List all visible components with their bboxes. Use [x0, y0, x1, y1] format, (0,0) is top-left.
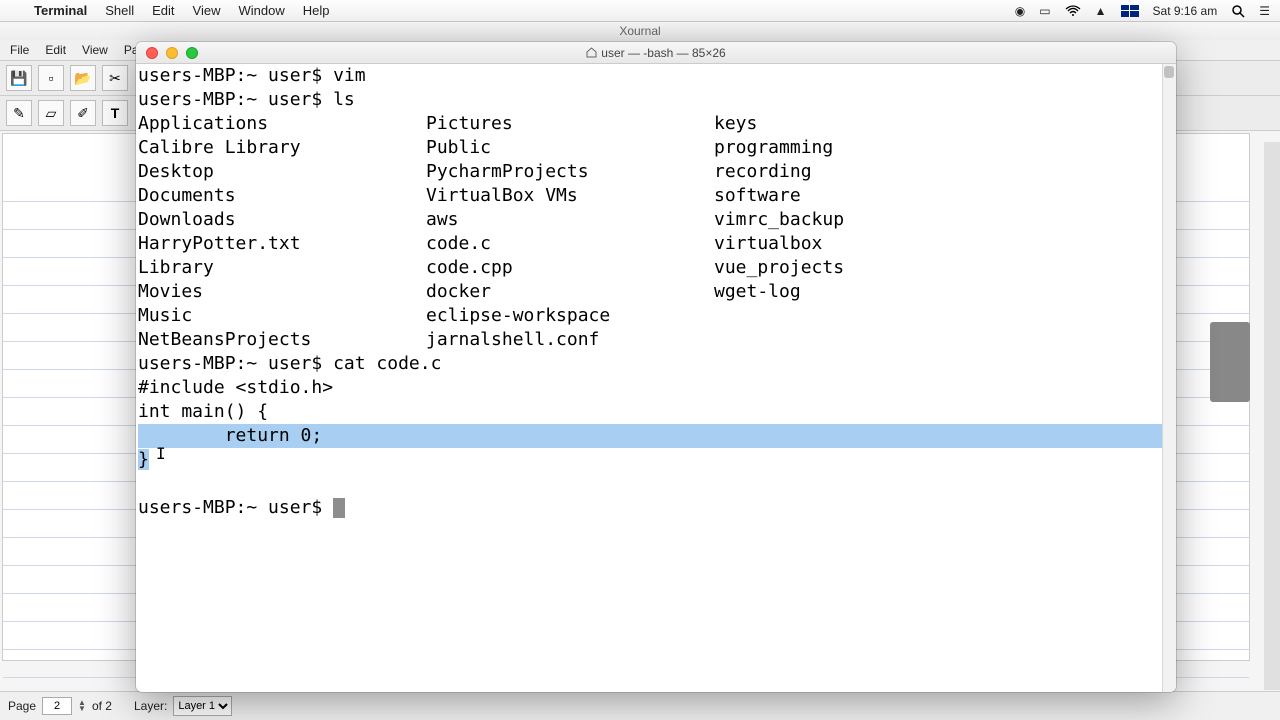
- terminal-line: int main() {: [138, 400, 1174, 424]
- terminal-line: #include <stdio.h>: [138, 376, 1174, 400]
- terminal-body[interactable]: users-MBP:~ user$ vimusers-MBP:~ user$ l…: [136, 64, 1176, 692]
- home-icon: [586, 47, 597, 58]
- terminal-line: [138, 472, 1174, 496]
- xournal-menu-view[interactable]: View: [82, 43, 108, 57]
- battery-icon[interactable]: ▭: [1039, 4, 1050, 18]
- layer-label: Layer:: [134, 699, 167, 713]
- menu-help[interactable]: Help: [303, 3, 330, 18]
- menu-edit[interactable]: Edit: [152, 3, 174, 18]
- open-icon[interactable]: 📂: [70, 65, 96, 91]
- pen-icon[interactable]: ✎: [6, 100, 32, 126]
- page-label: Page: [8, 699, 36, 713]
- page-spinner[interactable]: ▲▼: [78, 700, 86, 712]
- page-number-input[interactable]: [42, 697, 72, 715]
- app-menu[interactable]: Terminal: [34, 3, 87, 18]
- ls-row: ApplicationsPictureskeys: [138, 112, 1174, 136]
- terminal-line: users-MBP:~ user$ ls: [138, 88, 1174, 112]
- record-icon[interactable]: ◉: [1015, 4, 1025, 18]
- terminal-prompt: users-MBP:~ user$: [138, 496, 1174, 520]
- xournal-page-shadow: [1210, 322, 1250, 402]
- ls-row: DesktopPycharmProjectsrecording: [138, 160, 1174, 184]
- cursor: [333, 498, 345, 518]
- xournal-statusbar: Page ▲▼ of 2 Layer: Layer 1: [0, 691, 1280, 720]
- macos-menubar: Terminal Shell Edit View Window Help ◉ ▭…: [0, 0, 1280, 22]
- highlighter-icon[interactable]: ✐: [70, 100, 96, 126]
- eraser-icon[interactable]: ▱: [38, 100, 64, 126]
- clock[interactable]: Sat 9:16 am: [1153, 4, 1218, 18]
- save-icon[interactable]: 💾: [6, 65, 32, 91]
- ls-row: HarryPotter.txtcode.cvirtualbox: [138, 232, 1174, 256]
- terminal-window: user — -bash — 85×26 users-MBP:~ user$ v…: [136, 42, 1176, 692]
- menu-window[interactable]: Window: [239, 3, 285, 18]
- terminal-line: users-MBP:~ user$ vim: [138, 64, 1174, 88]
- ls-row: Downloadsawsvimrc_backup: [138, 208, 1174, 232]
- spotlight-icon[interactable]: [1231, 4, 1245, 18]
- terminal-line: }: [138, 448, 1174, 472]
- xournal-menu-file[interactable]: File: [10, 43, 29, 57]
- terminal-selection: return 0;: [138, 424, 1174, 448]
- terminal-titlebar[interactable]: user — -bash — 85×26: [136, 42, 1176, 64]
- page-of: of 2: [92, 699, 112, 713]
- volume-icon[interactable]: ▲: [1095, 4, 1107, 18]
- xournal-scrollbar[interactable]: [1264, 142, 1280, 690]
- new-page-icon[interactable]: ▫: [38, 65, 64, 91]
- ls-row: Librarycode.cppvue_projects: [138, 256, 1174, 280]
- input-flag-icon[interactable]: [1121, 5, 1139, 17]
- terminal-line: users-MBP:~ user$ cat code.c: [138, 352, 1174, 376]
- menu-view[interactable]: View: [193, 3, 221, 18]
- ls-row: NetBeansProjectsjarnalshell.conf: [138, 328, 1174, 352]
- text-tool-icon[interactable]: T: [102, 100, 128, 126]
- xournal-title: Xournal: [0, 22, 1280, 40]
- menu-shell[interactable]: Shell: [105, 3, 134, 18]
- menu-list-icon[interactable]: ☰: [1259, 4, 1270, 18]
- ls-row: Moviesdockerwget-log: [138, 280, 1174, 304]
- cut-icon[interactable]: ✂: [102, 65, 128, 91]
- xournal-menu-edit[interactable]: Edit: [45, 43, 66, 57]
- terminal-title: user — -bash — 85×26: [136, 46, 1176, 60]
- layer-select[interactable]: Layer 1: [173, 696, 232, 716]
- wifi-icon[interactable]: [1065, 5, 1081, 17]
- ls-row: Calibre LibraryPublicprogramming: [138, 136, 1174, 160]
- text-cursor-icon: I: [156, 442, 166, 466]
- ls-row: DocumentsVirtualBox VMssoftware: [138, 184, 1174, 208]
- terminal-scrollbar[interactable]: [1162, 64, 1176, 692]
- ls-row: Musiceclipse-workspace: [138, 304, 1174, 328]
